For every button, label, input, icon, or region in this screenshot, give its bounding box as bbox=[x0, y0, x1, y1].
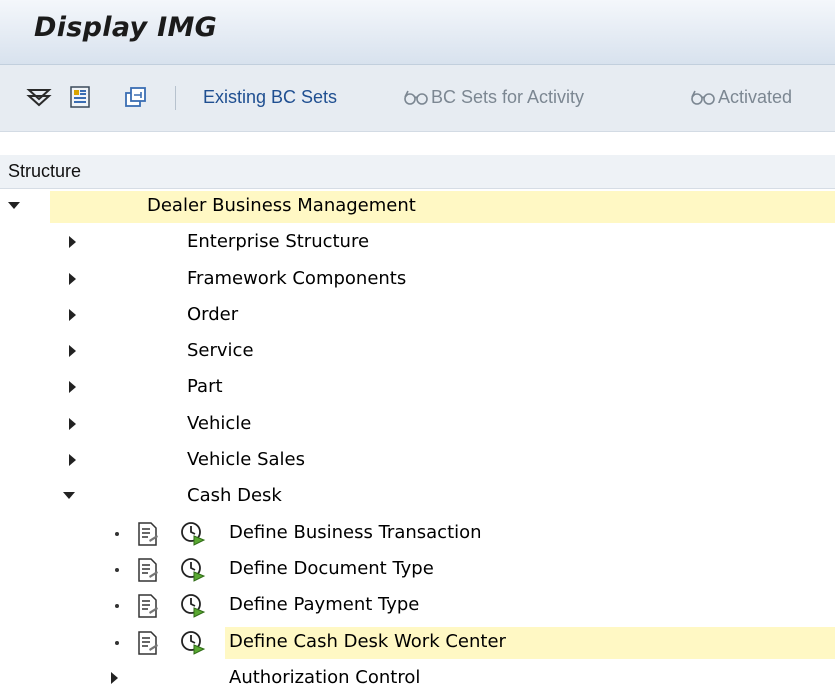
expand-arrow-icon[interactable] bbox=[67, 417, 77, 430]
expand-arrow-icon[interactable] bbox=[109, 671, 119, 684]
expand-arrow-icon[interactable] bbox=[67, 345, 77, 358]
bc-sets-for-activity-button[interactable]: BC Sets for Activity bbox=[403, 87, 584, 108]
title-bar: Display IMG bbox=[0, 0, 835, 65]
tree-node-label: Authorization Control bbox=[229, 666, 421, 688]
tree-activity-define-payment-type[interactable]: Define Payment Type bbox=[0, 588, 835, 624]
tree-node-label: Vehicle bbox=[187, 412, 252, 434]
execute-activity-icon[interactable] bbox=[180, 521, 206, 547]
collapse-arrow-icon[interactable] bbox=[8, 201, 20, 211]
tree-node-vehicle-sales[interactable]: Vehicle Sales bbox=[0, 443, 835, 479]
toolbar-separator bbox=[175, 86, 176, 110]
tree-activity-define-business-transaction[interactable]: Define Business Transaction bbox=[0, 516, 835, 552]
tree-node-order[interactable]: Order bbox=[0, 298, 835, 334]
tree-node-framework-components[interactable]: Framework Components bbox=[0, 262, 835, 298]
glasses-icon bbox=[691, 90, 715, 105]
tree-node-label: Order bbox=[187, 303, 239, 325]
tree-node-label: Define Cash Desk Work Center bbox=[229, 630, 506, 652]
tree-activity-define-document-type[interactable]: Define Document Type bbox=[0, 552, 835, 588]
tree-node-label: Part bbox=[187, 376, 223, 398]
bullet-icon bbox=[115, 640, 119, 645]
execute-activity-icon[interactable] bbox=[180, 557, 206, 583]
tree-node-vehicle[interactable]: Vehicle bbox=[0, 407, 835, 443]
img-tree: Dealer Business Management Enterprise St… bbox=[0, 189, 835, 697]
tree-activity-define-cash-desk-work-center[interactable]: Define Cash Desk Work Center bbox=[0, 625, 835, 661]
documentation-icon[interactable] bbox=[137, 521, 159, 546]
copy-window-icon[interactable] bbox=[123, 85, 149, 109]
execute-activity-icon[interactable] bbox=[180, 630, 206, 656]
bullet-icon bbox=[115, 531, 119, 536]
expand-arrow-icon[interactable] bbox=[67, 272, 77, 285]
expand-arrow-icon[interactable] bbox=[67, 454, 77, 467]
execute-activity-icon[interactable] bbox=[180, 593, 206, 619]
tree-node-label: Define Business Transaction bbox=[229, 521, 482, 543]
application-toolbar: Existing BC Sets BC Sets for Activity Ac… bbox=[0, 65, 835, 132]
expand-arrow-icon[interactable] bbox=[67, 381, 77, 394]
existing-bc-sets-button[interactable]: Existing BC Sets bbox=[203, 87, 337, 108]
expand-arrow-icon[interactable] bbox=[67, 236, 77, 249]
tree-node-label: Service bbox=[187, 340, 254, 362]
page-title: Display IMG bbox=[34, 12, 218, 43]
tree-node-enterprise-structure[interactable]: Enterprise Structure bbox=[0, 225, 835, 261]
documentation-icon[interactable] bbox=[137, 558, 159, 582]
tree-node-label: Dealer Business Management bbox=[147, 195, 416, 216]
expand-arrow-icon[interactable] bbox=[67, 308, 77, 321]
tree-node-service[interactable]: Service bbox=[0, 334, 835, 370]
activated-button[interactable]: Activated bbox=[690, 87, 792, 108]
find-icon[interactable] bbox=[26, 85, 52, 109]
tree-node-cash-desk[interactable]: Cash Desk bbox=[0, 479, 835, 515]
tree-node-label: Enterprise Structure bbox=[187, 231, 370, 253]
tree-node-label: Cash Desk bbox=[187, 485, 282, 507]
tree-node-label: Define Payment Type bbox=[229, 594, 420, 616]
documentation-icon[interactable] bbox=[137, 594, 159, 619]
structure-header: Structure bbox=[0, 155, 835, 189]
bullet-icon bbox=[115, 567, 119, 572]
glasses-icon bbox=[404, 90, 428, 105]
release-notes-icon[interactable] bbox=[68, 85, 94, 109]
tree-node-part[interactable]: Part bbox=[0, 370, 835, 406]
documentation-icon[interactable] bbox=[137, 630, 159, 655]
tree-node-label: Define Document Type bbox=[229, 557, 434, 579]
tree-node-label: Vehicle Sales bbox=[187, 449, 306, 471]
bullet-icon bbox=[115, 604, 119, 609]
tree-node-label: Framework Components bbox=[187, 267, 407, 289]
tree-node-root[interactable]: Dealer Business Management bbox=[0, 189, 835, 225]
collapse-arrow-icon[interactable] bbox=[63, 491, 75, 501]
tree-node-authorization-control[interactable]: Authorization Control bbox=[0, 661, 835, 697]
